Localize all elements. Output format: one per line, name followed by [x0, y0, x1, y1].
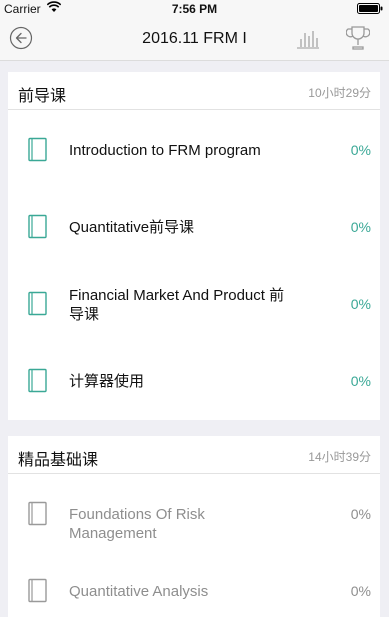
book-icon [28, 501, 48, 527]
book-icon [28, 368, 48, 394]
course-item-title: Quantitative前导课 [69, 219, 195, 236]
book-icon [28, 291, 48, 317]
course-item-progress: 0% [350, 506, 371, 522]
course-item[interactable]: Quantitative Analysis 0% [8, 553, 380, 617]
battery-icon [357, 3, 383, 17]
section-header: 精品基础课 14小时39分 [8, 436, 380, 474]
book-icon [28, 137, 48, 163]
course-item-progress: 0% [350, 373, 371, 389]
course-item[interactable]: 计算器使用 0% [8, 343, 380, 420]
course-item[interactable]: Introduction to FRM program 0% [8, 112, 380, 189]
course-item-title: 计算器使用 [69, 373, 145, 390]
course-item-title: Quantitative Analysis [69, 583, 209, 600]
course-item[interactable]: Financial Market And Product 前导课 0% [8, 266, 380, 343]
course-item-title: Financial Market And Product 前导课 [69, 287, 285, 323]
section-duration: 10小时29分 [308, 86, 371, 100]
course-item-title: Foundations Of Risk Management [69, 506, 205, 542]
section-title: 前导课 [18, 88, 67, 105]
section-header: 前导课 10小时29分 [8, 72, 380, 110]
course-item-progress: 0% [350, 296, 371, 312]
course-item[interactable]: Foundations Of Risk Management 0% [8, 476, 380, 553]
course-item[interactable]: Quantitative前导课 0% [8, 189, 380, 266]
section-duration: 14小时39分 [308, 450, 371, 464]
status-bar: Carrier 7:56 PM [0, 0, 389, 17]
book-icon [28, 578, 48, 604]
status-time: 7:56 PM [171, 2, 218, 16]
section-title: 精品基础课 [18, 452, 99, 469]
course-section-basic: 精品基础课 14小时39分 Foundations Of Risk Manage… [8, 436, 380, 617]
book-icon [28, 214, 48, 240]
course-item-progress: 0% [350, 142, 371, 158]
course-item-progress: 0% [350, 219, 371, 235]
course-item-progress: 0% [350, 583, 371, 599]
nav-bar: 2016.11 FRM I [0, 17, 389, 61]
back-icon[interactable] [9, 26, 33, 50]
page-title: 2016.11 FRM I [142, 30, 247, 47]
bar-chart-icon[interactable] [296, 27, 320, 49]
course-section-intro: 前导课 10小时29分 Introduction to FRM program … [8, 72, 380, 420]
trophy-icon[interactable] [345, 25, 371, 51]
course-item-title: Introduction to FRM program [69, 142, 261, 159]
